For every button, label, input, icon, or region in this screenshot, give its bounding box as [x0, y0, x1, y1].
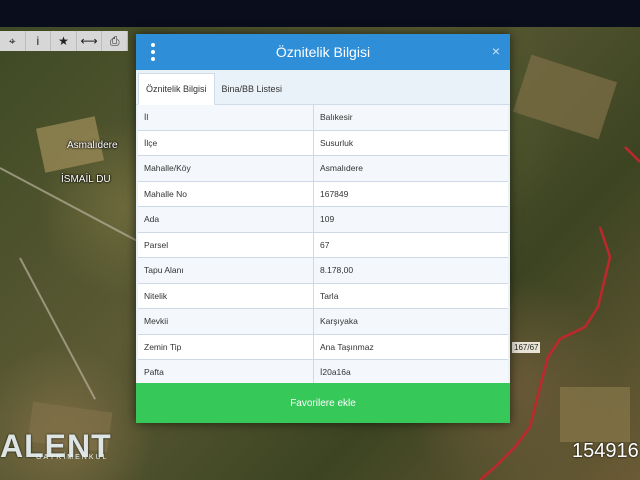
attribute-value: Susurluk	[313, 130, 508, 156]
attribute-value: İ20a16a	[313, 359, 508, 386]
map-label-village: Asmalıdere	[67, 140, 118, 151]
close-icon[interactable]: ×	[492, 43, 500, 59]
watermark-logo-subtext: GAYRİMENKUL	[36, 454, 109, 461]
table-row: Mevkii Karşıyaka	[138, 308, 508, 335]
map-label-road: İSMAİL DU	[61, 174, 111, 185]
table-row: Mahalle/Köy Asmalıdere	[138, 155, 508, 182]
attribute-key: Mahalle/Köy	[138, 155, 314, 182]
attribute-table: İl Balıkesir İlçe Susurluk Mahalle/Köy Asmalı…	[138, 105, 508, 386]
table-row: Mahalle No 167849	[138, 181, 508, 207]
attribute-value: 8.178,00	[313, 257, 508, 284]
attribute-key: Mevkii	[138, 308, 314, 335]
measure-icon[interactable]: ⟷	[77, 31, 103, 51]
table-row: Pafta İ20a16a	[138, 359, 508, 386]
table-row: Ada 109	[138, 206, 508, 233]
tab-building-list[interactable]: Bina/BB Listesi	[215, 74, 290, 104]
attribute-key: Tapu Alanı	[138, 257, 314, 284]
map-label-parcel[interactable]: 167/67	[512, 342, 541, 353]
attribute-key: Mahalle No	[138, 181, 314, 207]
attribute-value: Ana Taşınmaz	[313, 334, 508, 360]
attribute-value: 67	[313, 232, 508, 258]
attribute-key: İl	[138, 105, 314, 131]
crosshair-icon[interactable]: ⌖	[0, 31, 26, 51]
menu-icon[interactable]	[148, 43, 158, 61]
add-to-favorites-button[interactable]: Favorilere ekle	[136, 383, 510, 423]
attribute-value: Karşıyaka	[313, 308, 508, 335]
dialog-tabs: Öznitelik Bilgisi Bina/BB Listesi	[136, 70, 510, 105]
attribute-key: Pafta	[138, 359, 314, 386]
table-row: Tapu Alanı 8.178,00	[138, 257, 508, 284]
listing-number: 154916	[572, 440, 639, 462]
attribute-value: 167849	[313, 181, 508, 207]
attribute-key: İlçe	[138, 130, 314, 156]
table-row: Nitelik Tarla	[138, 283, 508, 309]
attribute-info-dialog: Öznitelik Bilgisi × Öznitelik Bilgisi Bi…	[136, 34, 510, 423]
attribute-value: 109	[313, 206, 508, 233]
star-icon[interactable]: ★	[51, 31, 77, 51]
info-icon[interactable]: i	[26, 31, 52, 51]
print-icon[interactable]: ⎙	[102, 31, 128, 51]
dialog-title: Öznitelik Bilgisi	[275, 44, 371, 60]
table-row: İl Balıkesir	[138, 105, 508, 131]
attribute-value: Balıkesir	[313, 105, 508, 131]
table-row: Zemin Tip Ana Taşınmaz	[138, 334, 508, 360]
map-toolbar: ⌖ i ★ ⟷ ⎙	[0, 31, 128, 51]
attribute-value: Asmalıdere	[313, 155, 508, 182]
attribute-key: Parsel	[138, 232, 314, 258]
top-bar	[0, 0, 640, 27]
attribute-key: Nitelik	[138, 283, 314, 309]
table-row: İlçe Susurluk	[138, 130, 508, 156]
attribute-value: Tarla	[313, 283, 508, 309]
attribute-key: Zemin Tip	[138, 334, 314, 360]
table-row: Parsel 67	[138, 232, 508, 258]
tab-attribute-info[interactable]: Öznitelik Bilgisi	[138, 73, 215, 105]
dialog-header: Öznitelik Bilgisi ×	[136, 34, 510, 70]
attribute-key: Ada	[138, 206, 314, 233]
